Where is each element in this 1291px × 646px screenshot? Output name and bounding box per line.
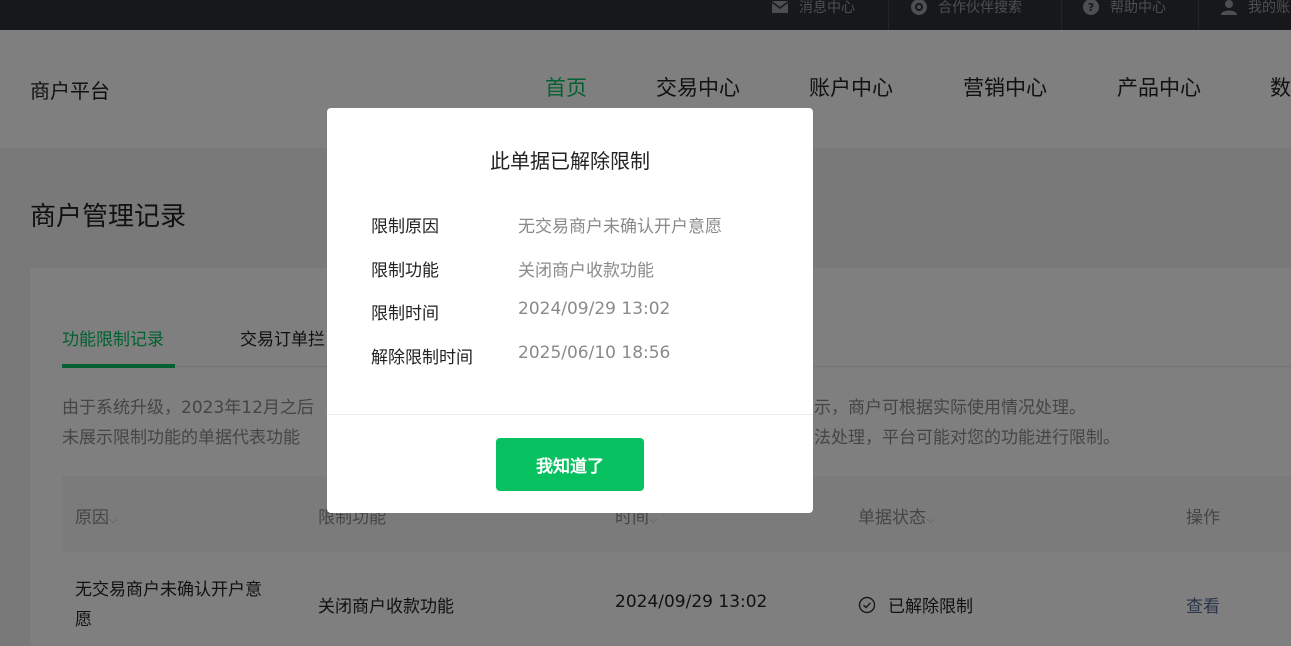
dialog-divider bbox=[327, 414, 813, 415]
dialog-value-function: 关闭商户收款功能 bbox=[518, 261, 654, 281]
dialog-value-time: 2024/09/29 13:02 bbox=[518, 299, 671, 319]
dialog-label-time: 限制时间 bbox=[371, 304, 439, 324]
dialog-value-lift-time: 2025/06/10 18:56 bbox=[518, 343, 671, 363]
dialog-title: 此单据已解除限制 bbox=[490, 149, 650, 173]
dialog-label-reason: 限制原因 bbox=[371, 217, 439, 237]
dialog-label-lift-time: 解除限制时间 bbox=[371, 348, 473, 368]
restriction-dialog: 此单据已解除限制 限制原因 无交易商户未确认开户意愿 限制功能 关闭商户收款功能… bbox=[327, 108, 813, 513]
dialog-label-function: 限制功能 bbox=[371, 261, 439, 281]
dialog-value-reason: 无交易商户未确认开户意愿 bbox=[518, 217, 722, 237]
acknowledge-button[interactable]: 我知道了 bbox=[496, 438, 644, 491]
